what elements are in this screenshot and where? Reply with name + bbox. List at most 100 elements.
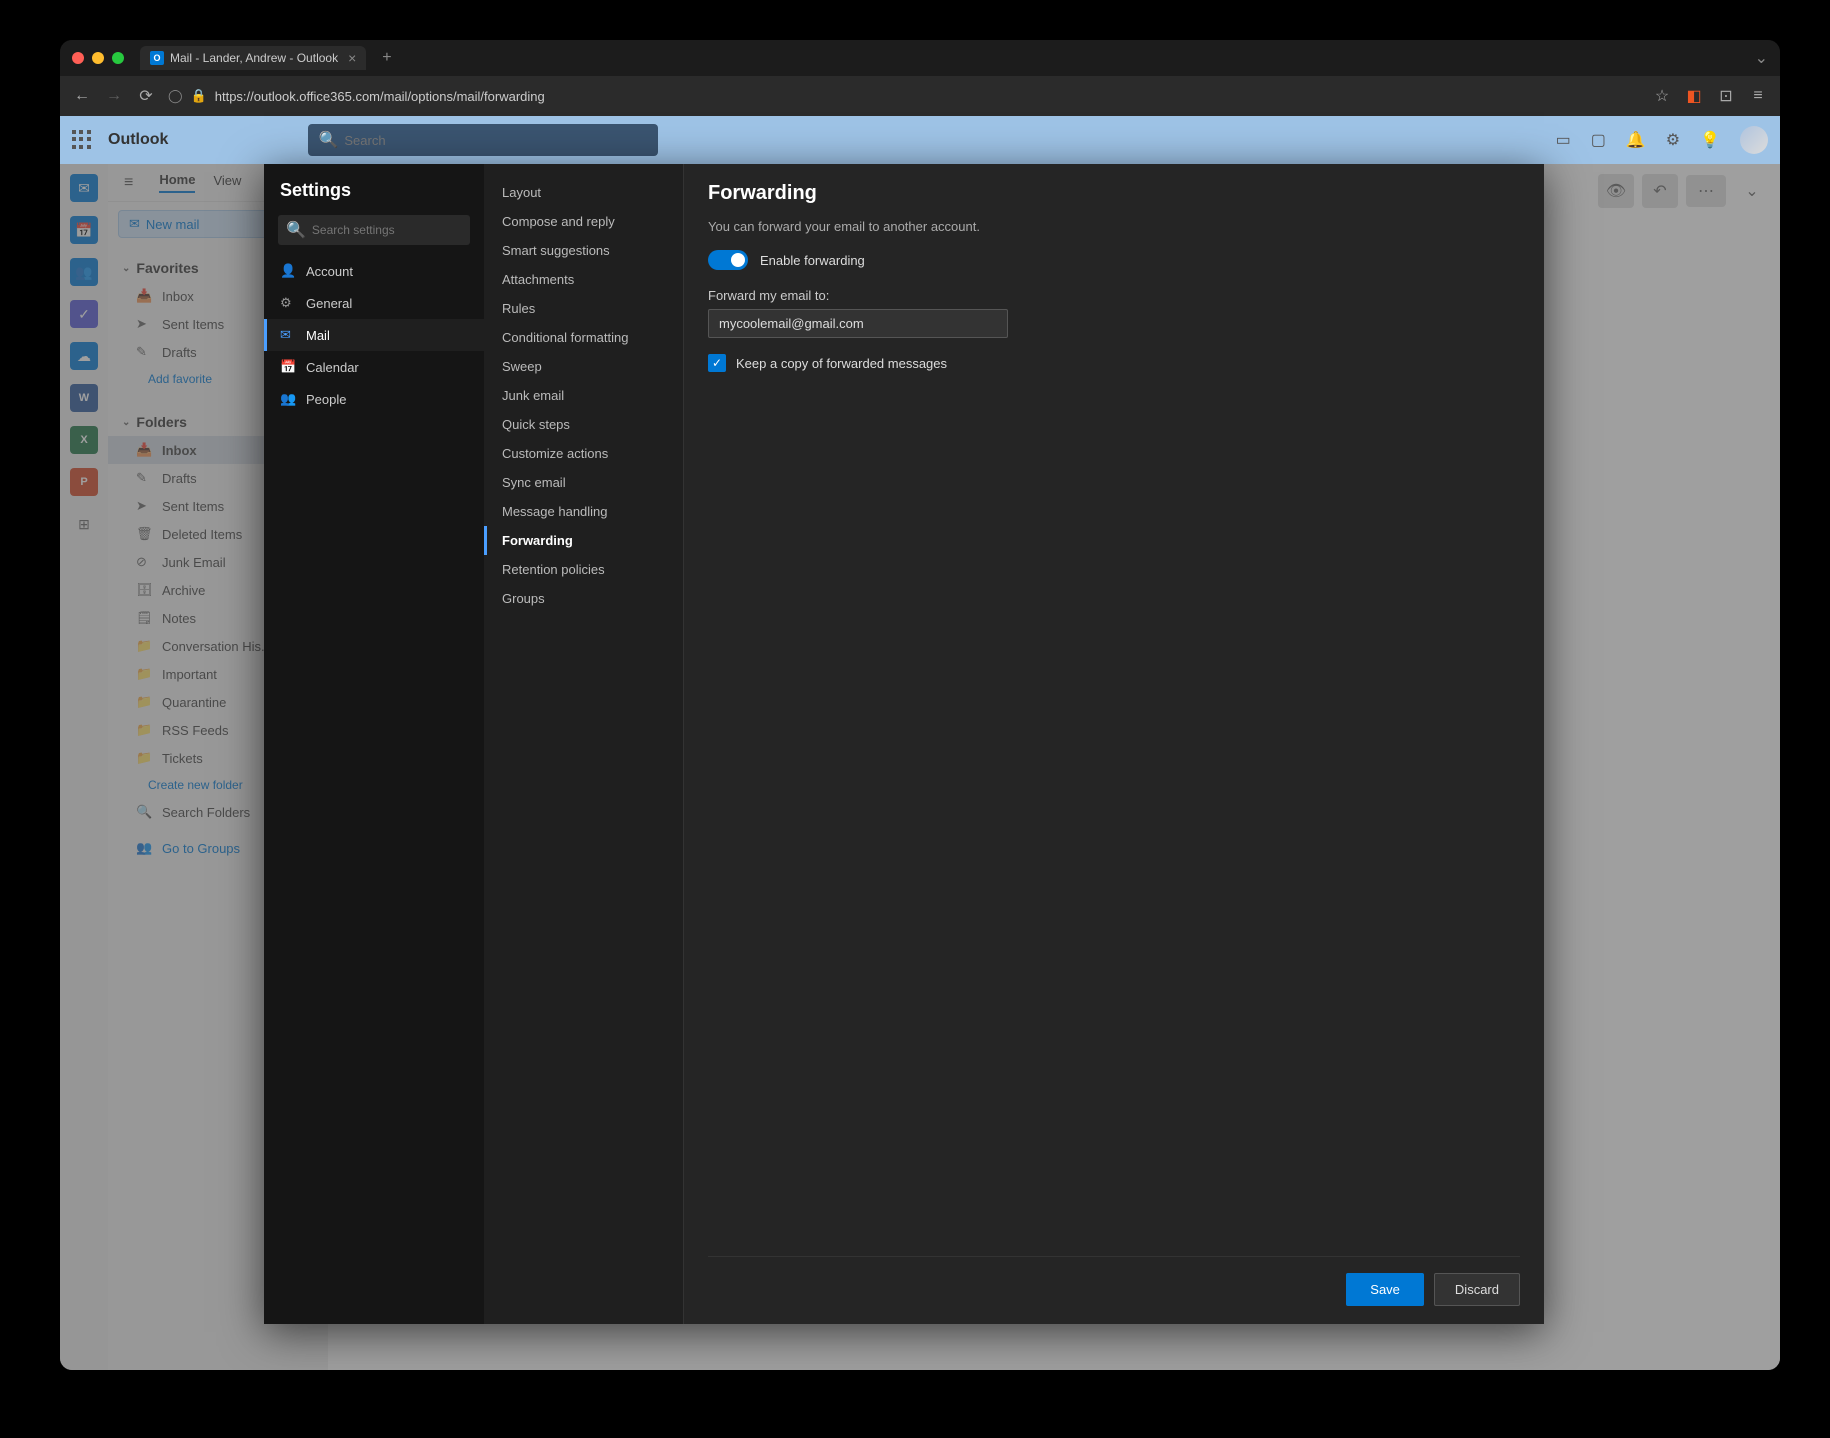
forwarding-title: Forwarding (708, 182, 1520, 205)
settings-title: Settings (264, 180, 484, 215)
tab-close-icon[interactable]: × (348, 50, 356, 66)
settings-option-message-handling[interactable]: Message handling (484, 497, 683, 526)
rail-onedrive-icon[interactable]: ☁ (70, 342, 98, 370)
toolbar-undo-icon[interactable]: ↶ (1642, 174, 1678, 208)
url-text: https://outlook.office365.com/mail/optio… (215, 89, 545, 104)
settings-category-mail[interactable]: ✉Mail (264, 319, 484, 351)
rail-more-apps-icon[interactable]: ⊞ (70, 510, 98, 538)
person-icon: 👤 (280, 263, 296, 279)
folder-label: Archive (162, 583, 205, 598)
rail-calendar-icon[interactable]: 📅 (70, 216, 98, 244)
extensions-menu-icon[interactable]: ⊡ (1716, 86, 1736, 106)
groups-label: Go to Groups (162, 841, 240, 856)
settings-search[interactable]: 🔍 (278, 215, 470, 245)
rail-powerpoint-icon[interactable]: P (70, 468, 98, 496)
settings-search-input[interactable] (312, 223, 467, 237)
search-input[interactable] (344, 133, 648, 148)
folder-label: Deleted Items (162, 527, 242, 542)
bookmark-icon[interactable]: ☆ (1652, 86, 1672, 106)
maximize-window-button[interactable] (112, 52, 124, 64)
settings-option-conditional-formatting[interactable]: Conditional formatting (484, 323, 683, 352)
new-mail-label: New mail (146, 217, 199, 232)
save-button[interactable]: Save (1346, 1273, 1424, 1306)
settings-option-junk-email[interactable]: Junk email (484, 381, 683, 410)
draft-icon: ✎ (136, 470, 152, 486)
notifications-icon[interactable]: 🔔 (1626, 130, 1646, 150)
settings-category-people[interactable]: 👥People (264, 383, 484, 415)
groups-icon: 👥 (136, 840, 152, 856)
sent-icon: ➤ (136, 498, 152, 514)
rail-excel-icon[interactable]: X (70, 426, 98, 454)
search-folders-label: Search Folders (162, 805, 250, 820)
back-button[interactable]: ← (72, 87, 92, 105)
close-window-button[interactable] (72, 52, 84, 64)
trash-icon: 🗑 (136, 526, 152, 542)
category-label: General (306, 296, 352, 311)
global-search[interactable]: 🔍 (308, 124, 658, 156)
tabs-dropdown-icon[interactable]: ⌄ (1755, 48, 1768, 68)
mail-body: ✉ 📅 👥 ✓ ☁ W X P ⊞ ≡ Home View ✉ New mail… (60, 164, 1780, 1370)
settings-option-layout[interactable]: Layout (484, 178, 683, 207)
category-label: Account (306, 264, 353, 279)
rail-word-icon[interactable]: W (70, 384, 98, 412)
archive-icon: 🗄 (136, 582, 152, 598)
inbox-icon: 📥 (136, 442, 152, 458)
address-bar[interactable]: ◯ 🔒 https://outlook.office365.com/mail/o… (168, 88, 1640, 104)
toolbar-chevron-icon[interactable]: ⌄ (1734, 174, 1770, 208)
folder-icon: 📁 (136, 750, 152, 766)
settings-option-retention-policies[interactable]: Retention policies (484, 555, 683, 584)
forward-button[interactable]: → (104, 87, 124, 105)
settings-option-quick-steps[interactable]: Quick steps (484, 410, 683, 439)
settings-category-general[interactable]: ⚙General (264, 287, 484, 319)
category-label: People (306, 392, 346, 407)
forward-to-label: Forward my email to: (708, 288, 1520, 303)
browser-tab[interactable]: O Mail - Lander, Andrew - Outlook × (140, 46, 366, 70)
rail-people-icon[interactable]: 👥 (70, 258, 98, 286)
extension-icon[interactable]: ◧ (1684, 86, 1704, 106)
toolbar-more-button[interactable]: ⋯ (1686, 175, 1726, 207)
teams-call-icon[interactable]: ▭ (1556, 130, 1571, 150)
settings-option-rules[interactable]: Rules (484, 294, 683, 323)
settings-footer: Save Discard (708, 1256, 1520, 1306)
settings-category-calendar[interactable]: 📅Calendar (264, 351, 484, 383)
app-rail: ✉ 📅 👥 ✓ ☁ W X P ⊞ (60, 164, 108, 1370)
tab-view[interactable]: View (213, 173, 241, 192)
browser-menu-icon[interactable]: ≡ (1748, 87, 1768, 105)
settings-option-smart-suggestions[interactable]: Smart suggestions (484, 236, 683, 265)
settings-option-sweep[interactable]: Sweep (484, 352, 683, 381)
title-bar: O Mail - Lander, Andrew - Outlook × + ⌄ (60, 40, 1780, 76)
lock-icon: 🔒 (191, 88, 207, 104)
enable-forwarding-toggle[interactable] (708, 250, 748, 270)
settings-option-customize-actions[interactable]: Customize actions (484, 439, 683, 468)
sent-icon: ➤ (136, 316, 152, 332)
settings-gear-icon[interactable]: ⚙ (1666, 130, 1680, 150)
tab-title: Mail - Lander, Andrew - Outlook (170, 51, 338, 65)
meet-now-icon[interactable]: ▢ (1591, 130, 1606, 150)
new-tab-button[interactable]: + (374, 49, 399, 67)
account-avatar[interactable] (1740, 126, 1768, 154)
reload-button[interactable]: ⟳ (136, 86, 156, 106)
settings-option-sync-email[interactable]: Sync email (484, 468, 683, 497)
rail-mail-icon[interactable]: ✉ (70, 174, 98, 202)
settings-option-groups[interactable]: Groups (484, 584, 683, 613)
settings-option-attachments[interactable]: Attachments (484, 265, 683, 294)
discard-button[interactable]: Discard (1434, 1273, 1520, 1306)
settings-category-account[interactable]: 👤 Account (264, 255, 484, 287)
junk-icon: ⊘ (136, 554, 152, 570)
hamburger-icon[interactable]: ≡ (124, 174, 133, 192)
settings-option-compose-and-reply[interactable]: Compose and reply (484, 207, 683, 236)
minimize-window-button[interactable] (92, 52, 104, 64)
folder-icon: 📁 (136, 694, 152, 710)
tips-icon[interactable]: 💡 (1700, 130, 1720, 150)
folder-label: Tickets (162, 751, 203, 766)
rail-todo-icon[interactable]: ✓ (70, 300, 98, 328)
settings-subnav-pane: LayoutCompose and replySmart suggestions… (484, 164, 684, 1324)
toolbar-read-icon[interactable]: 👁 (1598, 174, 1634, 208)
app-launcher-icon[interactable] (72, 130, 92, 150)
keep-copy-checkbox[interactable]: ✓ (708, 354, 726, 372)
tab-home[interactable]: Home (159, 172, 195, 193)
new-mail-button[interactable]: ✉ New mail (118, 210, 283, 238)
outlook-suite-header: Outlook 🔍 ▭ ▢ 🔔 ⚙ 💡 (60, 116, 1780, 164)
settings-option-forwarding[interactable]: Forwarding (484, 526, 683, 555)
forward-to-input[interactable] (708, 309, 1008, 338)
